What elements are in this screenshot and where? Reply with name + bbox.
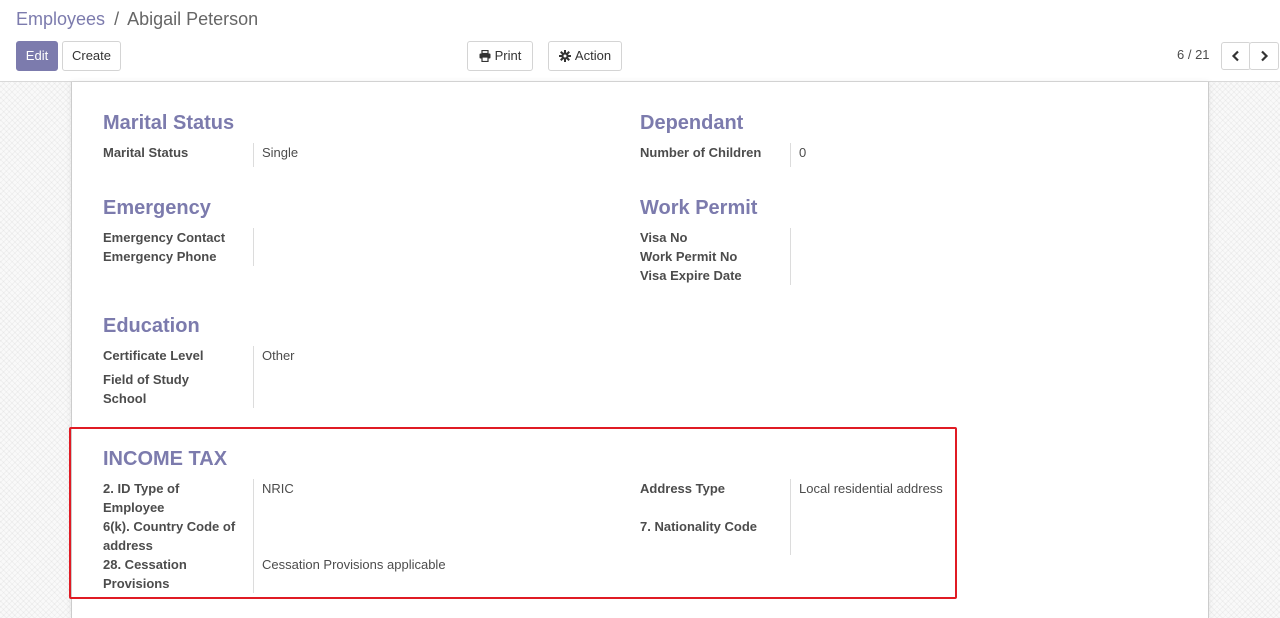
field-divider	[790, 479, 791, 555]
pager-value[interactable]: 6 / 21	[1177, 47, 1210, 62]
breadcrumb-separator: /	[114, 9, 120, 29]
field-label-visa-no: Visa No	[640, 230, 688, 245]
field-label-number-of-children: Number of Children	[640, 145, 762, 160]
field-value-certificate-level[interactable]: Other	[262, 346, 295, 365]
chevron-right-icon	[1259, 49, 1269, 64]
field-value-cessation-provisions[interactable]: Cessation Provisions applicable	[262, 555, 446, 574]
edit-button[interactable]: Edit	[16, 41, 58, 71]
field-label-address-type: Address Type	[640, 481, 726, 496]
group-title-marital-status: Marital Status	[103, 112, 235, 134]
field-label-certificate-level: Certificate Level	[103, 348, 204, 363]
print-label: Print	[494, 48, 522, 63]
field-value-id-type[interactable]: NRIC	[262, 479, 294, 498]
group-title-work-permit: Work Permit	[640, 197, 758, 219]
field-divider	[790, 228, 791, 285]
gear-icon	[558, 44, 571, 72]
form-sheet	[71, 82, 1209, 618]
print-icon	[479, 44, 491, 72]
field-label-country-code-line1: 6(k). Country Code of	[103, 519, 236, 534]
field-label-cessation-line1: 28. Cessation	[103, 557, 187, 572]
field-label-id-type-line1: 2. ID Type of	[103, 481, 180, 496]
field-label-cessation-line2: Provisions	[103, 576, 170, 591]
group-title-education: Education	[103, 315, 200, 337]
breadcrumb-employees-link[interactable]: Employees	[16, 9, 105, 29]
field-value-number-of-children[interactable]: 0	[799, 143, 806, 162]
action-button[interactable]: Action	[548, 41, 622, 71]
field-divider	[790, 143, 791, 167]
action-label: Action	[574, 48, 612, 63]
create-button[interactable]: Create	[62, 41, 121, 71]
field-label-emergency-contact: Emergency Contact	[103, 230, 226, 245]
field-label-nationality-code: 7. Nationality Code	[640, 519, 758, 534]
pager-previous-button[interactable]	[1221, 42, 1251, 70]
field-value-address-type[interactable]: Local residential address	[799, 479, 943, 498]
breadcrumb: Employees / Abigail Peterson	[16, 8, 258, 30]
chevron-left-icon	[1231, 49, 1241, 64]
field-label-id-type-line2: Employee	[103, 500, 165, 515]
field-label-visa-expire-date: Visa Expire Date	[640, 268, 742, 283]
group-title-emergency: Emergency	[103, 197, 211, 219]
field-divider	[253, 143, 254, 167]
group-title-income-tax: INCOME TAX	[103, 448, 228, 470]
group-title-dependant: Dependant	[640, 112, 744, 134]
field-divider	[253, 228, 254, 266]
field-label-emergency-phone: Emergency Phone	[103, 249, 217, 264]
control-panel: Employees / Abigail Peterson Edit Create…	[0, 0, 1280, 82]
print-button[interactable]: Print	[467, 41, 533, 71]
field-label-marital-status: Marital Status	[103, 145, 189, 160]
field-divider	[253, 346, 254, 408]
pager-next-button[interactable]	[1249, 42, 1279, 70]
field-value-marital-status[interactable]: Single	[262, 143, 298, 162]
field-label-field-of-study: Field of Study	[103, 372, 189, 387]
field-label-school: School	[103, 391, 147, 406]
breadcrumb-current: Abigail Peterson	[127, 9, 259, 29]
field-label-work-permit-no: Work Permit No	[640, 249, 738, 264]
field-label-country-code-line2: address	[103, 538, 153, 553]
field-divider	[253, 479, 254, 593]
